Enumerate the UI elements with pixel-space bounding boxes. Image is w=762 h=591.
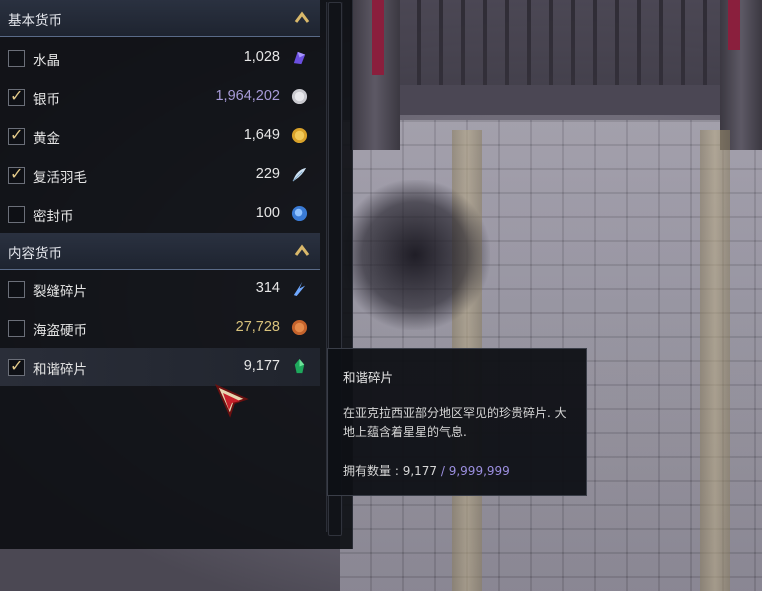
- item-tooltip: 和谐碎片 在亚克拉西亚部分地区罕见的珍贵碎片. 大地上蕴含着星星的气息. 拥有数…: [327, 348, 587, 496]
- currency-name: 裂缝碎片: [33, 284, 87, 300]
- character-shadow: [340, 180, 490, 330]
- section-header-content-currency[interactable]: 内容货币: [0, 233, 320, 270]
- currency-value: 9,177: [243, 358, 280, 374]
- red-banner: [372, 0, 384, 75]
- checkbox[interactable]: [8, 281, 25, 298]
- currency-value: 100: [255, 205, 280, 221]
- mouse-cursor-icon: [215, 384, 249, 418]
- currency-name: 水晶: [33, 53, 60, 69]
- feather-icon: [292, 167, 307, 182]
- currency-row-silver[interactable]: ✓ 银币 1,964,202: [0, 78, 320, 116]
- currency-value: 314: [255, 280, 280, 296]
- currency-value: 1,964,202: [215, 88, 280, 104]
- gold-coin-icon: [291, 127, 308, 144]
- currency-row-crystal[interactable]: 水晶 1,028: [0, 39, 320, 77]
- tooltip-description: 在亚克拉西亚部分地区罕见的珍贵碎片. 大地上蕴含着星星的气息.: [343, 406, 567, 439]
- currency-row-sealed-coin[interactable]: 密封币 100: [0, 195, 320, 233]
- silver-coin-icon: [291, 88, 308, 105]
- currency-name: 黄金: [33, 131, 60, 147]
- crystal-icon: [293, 51, 306, 65]
- railing-base: [395, 85, 725, 115]
- sealed-coin-icon: [291, 205, 308, 222]
- currency-value: 1,649: [243, 127, 280, 143]
- currency-row-gold[interactable]: ✓ 黄金 1,649: [0, 117, 320, 155]
- red-banner: [728, 0, 740, 50]
- currency-name: 密封币: [33, 209, 74, 225]
- harmony-shard-icon: [294, 358, 305, 374]
- tooltip-title: 和谐碎片: [343, 370, 394, 385]
- checkbox[interactable]: ✓: [8, 87, 25, 106]
- currency-value: 229: [255, 166, 280, 182]
- checkbox[interactable]: [8, 50, 25, 67]
- pirate-coin-icon: [291, 319, 308, 336]
- stone-pillar-right: [720, 0, 762, 150]
- floor-trim: [700, 130, 730, 591]
- currency-panel: 基本货币 水晶 1,028 ✓ 银币 1,964,202 ✓ 黄金 1,649 …: [0, 0, 353, 549]
- currency-name: 和谐碎片: [33, 362, 87, 378]
- currency-row-pirate-coin[interactable]: 海盗硬币 27,728: [0, 309, 320, 347]
- currency-value: 27,728: [235, 319, 280, 335]
- currency-row-rift-shard[interactable]: 裂缝碎片 314: [0, 270, 320, 308]
- checkbox[interactable]: ✓: [8, 126, 25, 145]
- section-title: 基本货币: [8, 13, 62, 29]
- checkbox[interactable]: [8, 320, 25, 337]
- section-header-basic-currency[interactable]: 基本货币: [0, 0, 320, 37]
- currency-row-feather[interactable]: ✓ 复活羽毛 229: [0, 156, 320, 194]
- checkbox[interactable]: ✓: [8, 357, 25, 376]
- currency-name: 银币: [33, 92, 60, 108]
- checkbox[interactable]: [8, 206, 25, 223]
- tooltip-owned-max: 9,999,999: [448, 464, 510, 478]
- currency-row-harmony-shard[interactable]: ✓ 和谐碎片 9,177: [0, 348, 320, 386]
- currency-name: 海盗硬币: [33, 323, 87, 339]
- chevron-up-icon[interactable]: [292, 8, 312, 28]
- rift-shard-icon: [293, 281, 306, 297]
- checkbox[interactable]: ✓: [8, 165, 25, 184]
- currency-name: 复活羽毛: [33, 170, 87, 186]
- tooltip-owned-quantity: 拥有数量 : 9,177 / 9,999,999: [343, 464, 510, 478]
- currency-value: 1,028: [243, 49, 280, 65]
- section-title: 内容货币: [8, 246, 62, 262]
- chevron-up-icon[interactable]: [292, 241, 312, 261]
